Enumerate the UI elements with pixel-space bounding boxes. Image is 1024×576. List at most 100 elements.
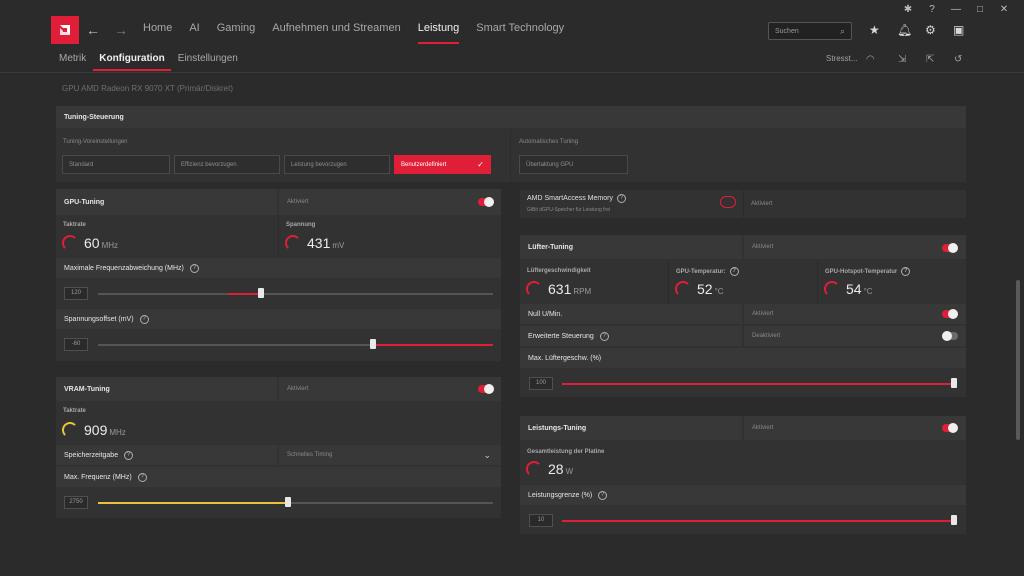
gpu-selector[interactable]: GPU AMD Radeon RX 9070 XT (Primär/Diskre… [62,84,233,93]
power-limit-slider-fill [562,520,954,522]
max-freq-label: Max. Frequenz (MHz) [64,473,132,481]
board-power-label: Gesamtleistung der Platine [527,449,605,455]
max-freq-slider-fill [98,502,288,504]
preset-performance[interactable]: Leistung bevorzugen [284,155,390,174]
voltage-offset-slider-thumb[interactable] [370,339,376,349]
power-limit-input[interactable]: 10 [529,514,553,527]
gpu-temp-unit: °C [714,287,724,296]
preset-efficiency[interactable]: Effizienz bevorzugen [174,155,280,174]
reset-icon[interactable]: ↺ [954,54,962,65]
max-fan-speed-slider-thumb[interactable] [951,378,957,388]
info-icon[interactable]: ? [598,490,608,500]
preset-custom-label: Benutzerdefiniert [401,162,447,168]
max-freq-slider-thumb[interactable] [285,497,291,507]
info-icon[interactable]: ? [901,267,911,276]
info-icon[interactable]: ? [137,472,147,482]
vram-clock-label: Taktrate [63,408,86,414]
bell-icon[interactable]: 🔔︎ [897,23,912,37]
fan-speed-unit: RPM [573,287,592,296]
info-icon[interactable]: ? [617,194,626,203]
vram-clock-gauge [62,422,78,438]
voltage-gauge [285,235,301,251]
vram-clock-unit: MHz [109,428,126,437]
advanced-control-label: Erweiterte Steuerung [528,332,594,340]
amd-logo[interactable] [51,16,79,44]
gpu-tuning-title: GPU-Tuning [56,189,277,215]
max-fan-speed-label: Max. Lüftergeschw. (%) [528,354,602,362]
power-limit-row: Leistungsgrenze (%)? [520,485,966,505]
tab-metrics[interactable]: Metrik [59,53,86,64]
preset-custom[interactable]: Benutzerdefiniert ✓ [394,155,491,174]
memory-timing-label: Speicherzeitgabe [64,451,119,459]
vram-clock-readout: 909 MHz [84,422,126,438]
hotspot-temp-value: 54 [846,281,862,297]
back-arrow-icon[interactable]: ← [86,22,100,38]
advanced-control-toggle[interactable] [942,331,958,341]
board-power-value: 28 [548,461,564,477]
tuning-control-title: Tuning-Steuerung [56,106,966,128]
board-power-gauge [526,461,542,477]
voltage-offset-input[interactable]: -60 [64,338,88,351]
divider [817,261,818,303]
freq-dev-slider-fill [228,293,261,295]
search-icon: ⌕ [839,25,845,36]
tab-configuration[interactable]: Konfiguration [93,53,171,71]
hotspot-temp-readout: 54 °C [846,281,873,297]
gear-icon[interactable]: ⚙ [925,23,936,37]
freq-dev-input[interactable]: 120 [64,287,88,300]
import-icon[interactable]: ⇲ [898,54,906,65]
star-icon[interactable]: ★ [869,23,880,37]
nav-recording[interactable]: Aufnehmen und Streamen [272,22,400,34]
fan-speed-gauge [526,281,542,297]
hotspot-temp-row: GPU-Hotspot-Temperatur? [825,267,911,277]
tab-settings[interactable]: Einstellungen [178,53,238,64]
auto-tuning-label: Automatisches Tuning [519,139,579,145]
forward-arrow-icon[interactable]: → [114,22,128,38]
info-icon[interactable]: ? [599,331,609,341]
gpu-temp-readout: 52 °C [697,281,724,297]
info-icon[interactable]: ? [189,263,199,273]
export-icon[interactable]: ⇱ [926,54,934,65]
sam-status: Aktiviert [751,201,773,207]
gpu-clock-unit: MHz [101,241,119,250]
search-input[interactable]: Suchen ⌕ [768,22,852,40]
main-nav: Home AI Gaming Aufnehmen und Streamen Le… [143,22,581,44]
scrollbar[interactable] [1016,280,1020,440]
nav-home[interactable]: Home [143,22,172,34]
vram-tuning-title: VRAM-Tuning [56,377,277,401]
gpu-temp-label: GPU-Temperatur: [676,269,726,275]
info-icon[interactable]: ? [124,450,134,460]
stress-test-label[interactable]: Stresst... [826,54,858,63]
max-freq-input[interactable]: 2750 [64,496,88,509]
info-icon[interactable]: ? [729,267,739,276]
power-tuning-toggle[interactable] [942,423,958,433]
nav-ai[interactable]: AI [189,22,199,34]
zero-rpm-toggle[interactable] [942,309,958,319]
auto-overclock-button[interactable]: Übertaktung GPU [519,155,628,174]
zero-rpm-label: Null U/Min. [520,304,742,324]
nav-smart-technology[interactable]: Smart Technology [476,22,564,34]
gauge-icon[interactable]: ◠ [866,54,875,65]
max-fan-speed-input[interactable]: 100 [529,377,553,390]
nav-gaming[interactable]: Gaming [217,22,256,34]
divider [743,190,744,218]
board-power-unit: W [565,467,574,476]
preset-standard[interactable]: Standard [62,155,170,174]
voltage-unit: mV [332,241,345,250]
fan-speed-value: 631 [548,281,572,297]
layout-icon[interactable]: ▣ [953,23,964,37]
vram-clock-value: 909 [84,422,108,438]
freq-dev-slider-track[interactable] [98,293,493,295]
memory-timing-dropdown[interactable]: Schnelles Timing ⌄ [279,445,501,465]
fan-speed-readout: 631 RPM [548,281,591,297]
fan-tuning-toggle[interactable] [942,243,958,253]
freq-dev-slider-thumb[interactable] [258,288,264,298]
power-limit-slider-thumb[interactable] [951,515,957,525]
gpu-temp-gauge [675,281,691,297]
advanced-control-status: Deaktiviert [744,326,966,346]
gpu-tuning-toggle[interactable] [478,197,494,207]
info-icon[interactable]: ? [139,314,149,324]
max-freq-row: Max. Frequenz (MHz)? [56,467,501,487]
vram-tuning-toggle[interactable] [478,384,494,394]
nav-performance[interactable]: Leistung [417,22,459,44]
